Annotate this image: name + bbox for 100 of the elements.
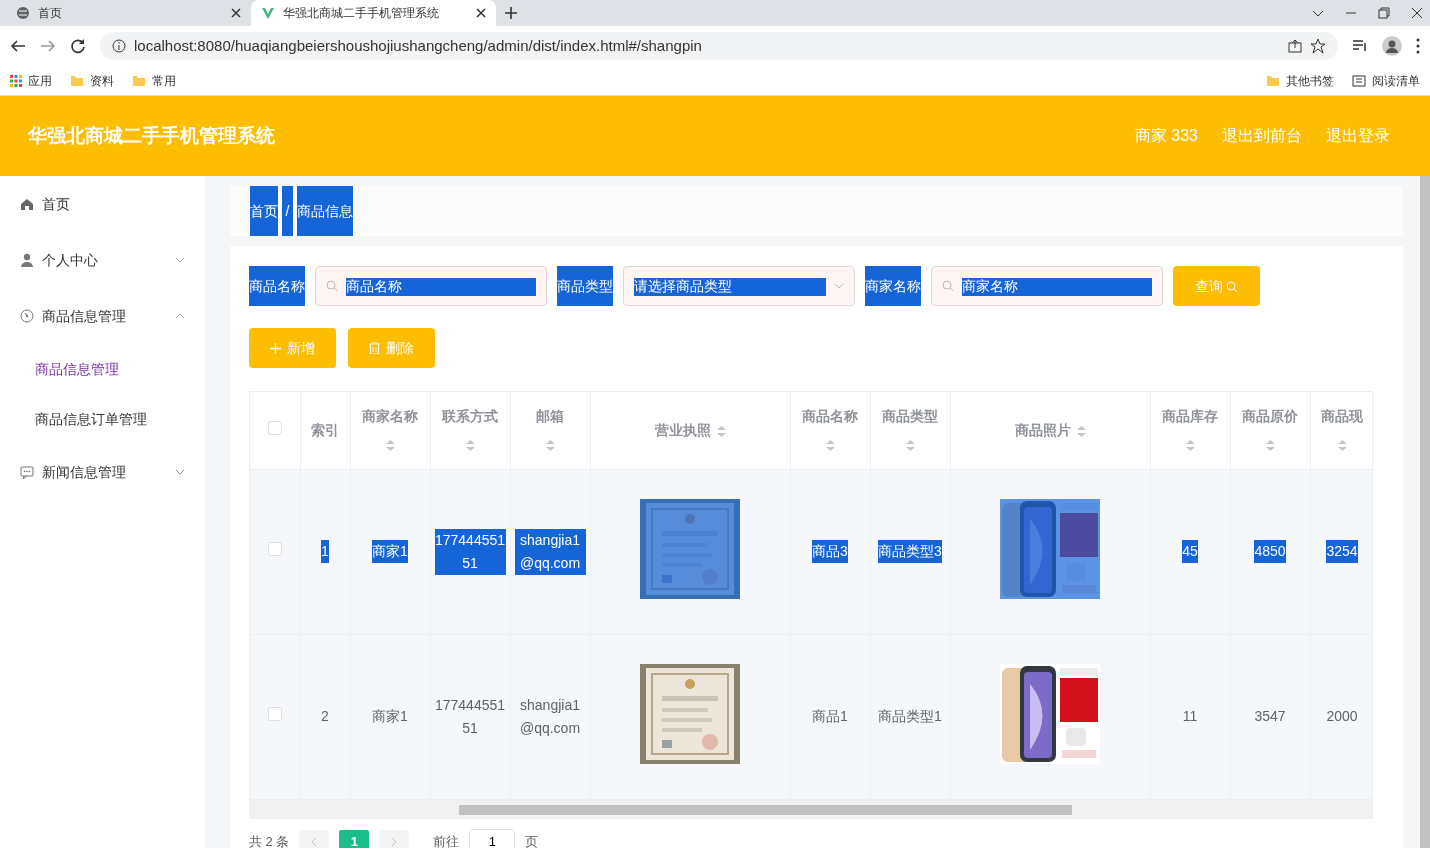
trash-icon — [369, 342, 380, 354]
close-icon[interactable] — [231, 8, 241, 18]
close-icon[interactable] — [1411, 7, 1423, 19]
bookmark[interactable]: 应用 — [10, 71, 52, 90]
header-link[interactable]: 退出到前台 — [1222, 124, 1302, 148]
search-icon — [1226, 280, 1239, 293]
previous-page-button[interactable] — [299, 829, 330, 848]
header-link[interactable]: 商家 333 — [1134, 124, 1198, 148]
row-checkbox[interactable] — [267, 707, 282, 721]
page-button[interactable]: 1 — [339, 829, 370, 848]
column-header[interactable]: 商家名称 — [362, 407, 418, 424]
filter-label: 商品类型 — [557, 266, 613, 306]
table-cell: 45 — [1182, 540, 1198, 563]
sidebar-subitem[interactable]: 商品信息订单管理 — [0, 394, 205, 444]
more-icon[interactable] — [1416, 38, 1420, 54]
filter-label: 商家名称 — [865, 266, 921, 306]
apps-icon — [10, 74, 22, 87]
playlist-icon[interactable] — [1352, 38, 1368, 54]
delete-button[interactable]: 删除 — [348, 328, 435, 368]
table-cell-text: 3547 — [1254, 707, 1286, 726]
bookmark[interactable]: 阅读清单 — [1352, 71, 1420, 90]
table-cell-text: 商家1 — [372, 707, 408, 726]
filter-label: 商品名称 — [249, 266, 305, 306]
plus-icon — [270, 342, 281, 354]
page-number-field[interactable]: 1 — [469, 828, 516, 848]
sort-icon[interactable] — [385, 439, 395, 451]
chevron-left-icon — [311, 836, 318, 847]
sidebar-item[interactable]: 商品信息管理 — [0, 288, 205, 344]
sidebar-subitem[interactable]: 商品信息管理 — [0, 344, 205, 394]
sort-icon[interactable] — [905, 439, 915, 451]
sort-icon[interactable] — [1076, 425, 1086, 437]
table-cell-text: 商品1 — [812, 707, 848, 726]
bookmark[interactable]: 常用 — [132, 71, 176, 90]
row-checkbox[interactable] — [267, 542, 282, 556]
share-icon[interactable] — [1288, 39, 1302, 53]
chat-icon — [20, 465, 34, 479]
table-cell: 商品3 — [812, 540, 848, 563]
column-header[interactable]: 邮箱 — [536, 407, 564, 424]
sidebar-item[interactable]: 新闻信息管理 — [0, 444, 205, 500]
folder-icon — [1266, 73, 1280, 88]
forward-icon[interactable] — [40, 38, 56, 54]
star-icon[interactable] — [1310, 38, 1326, 54]
back-icon[interactable] — [10, 38, 26, 54]
avatar-icon[interactable] — [1382, 36, 1402, 56]
table-cell: 17744455151 — [434, 528, 506, 575]
search-button[interactable]: 查询 — [1173, 266, 1260, 306]
sort-icon[interactable] — [1265, 439, 1275, 451]
sort-icon[interactable] — [545, 439, 555, 451]
sort-icon[interactable] — [825, 439, 835, 451]
column-header[interactable]: 商品名称 — [802, 407, 858, 424]
table-cell-text: 商品类型1 — [878, 707, 942, 726]
column-header[interactable]: 商品原价 — [1242, 407, 1298, 424]
add-button[interactable]: 新增 — [249, 328, 336, 368]
close-icon[interactable] — [476, 8, 486, 18]
breadcrumb-link[interactable]: 首页 — [250, 186, 278, 236]
table-cell: 商家1 — [372, 540, 408, 563]
reading-list-icon — [1352, 73, 1366, 88]
info-icon — [112, 39, 126, 53]
restore-icon[interactable] — [1378, 7, 1390, 19]
column-header[interactable]: 索引 — [311, 421, 339, 438]
home-icon — [20, 197, 34, 211]
app-title: 华强北商城二手手机管理系统 — [28, 123, 275, 148]
bookmark[interactable]: 其他书签 — [1266, 71, 1334, 90]
column-header[interactable]: 营业执照 — [654, 421, 711, 438]
sidebar-item[interactable]: 个人中心 — [0, 232, 205, 288]
page-suffix: 页 — [525, 832, 539, 848]
next-page-button[interactable] — [379, 829, 410, 848]
table-cell: 1 — [321, 540, 329, 563]
sort-icon[interactable] — [1185, 439, 1195, 451]
table-cell-text: shangjia1@qq.com — [518, 695, 582, 738]
folder-icon — [132, 73, 146, 88]
bookmark[interactable]: 资料 — [70, 71, 114, 90]
column-header[interactable]: 商品类型 — [882, 407, 938, 424]
header-link[interactable]: 退出登录 — [1326, 124, 1390, 148]
table-cell-text: 17744455151 — [434, 695, 506, 738]
search-icon — [326, 280, 338, 292]
sort-icon[interactable] — [1337, 439, 1347, 451]
browser-tab[interactable]: 华强北商城二手手机管理系统 — [251, 0, 496, 26]
gauge-icon — [20, 309, 34, 323]
sort-icon[interactable] — [716, 425, 726, 437]
chevron-down-icon — [834, 283, 844, 289]
globe-icon — [16, 6, 30, 20]
table-cell: 4850 — [1254, 540, 1286, 563]
browser-tab[interactable]: 首页 — [6, 0, 251, 26]
total-count: 共 2 条 — [249, 832, 290, 848]
sidebar-item[interactable]: 首页 — [0, 176, 205, 232]
column-header[interactable]: 商品库存 — [1162, 407, 1218, 424]
column-header[interactable]: 商品照片 — [1014, 421, 1071, 438]
breadcrumb-separator: / — [282, 186, 293, 236]
new-tab-icon[interactable] — [504, 6, 518, 20]
select-all-checkbox[interactable] — [267, 420, 282, 435]
goto-label: 前往 — [433, 832, 460, 848]
chevron-right-icon — [391, 836, 398, 847]
address-bar[interactable]: localhost:8080/huaqiangbeiershoushojiushangcheng/admin/dist/index.html#/shangpin — [100, 32, 1338, 60]
column-header[interactable]: 联系方式 — [442, 407, 498, 424]
breadcrumb-link[interactable]: 商品信息 — [296, 186, 353, 236]
sort-icon[interactable] — [465, 439, 475, 451]
reload-icon[interactable] — [70, 38, 86, 54]
vertical-scrollbar[interactable] — [1420, 176, 1430, 848]
column-header[interactable]: 商品现 — [1321, 407, 1363, 424]
